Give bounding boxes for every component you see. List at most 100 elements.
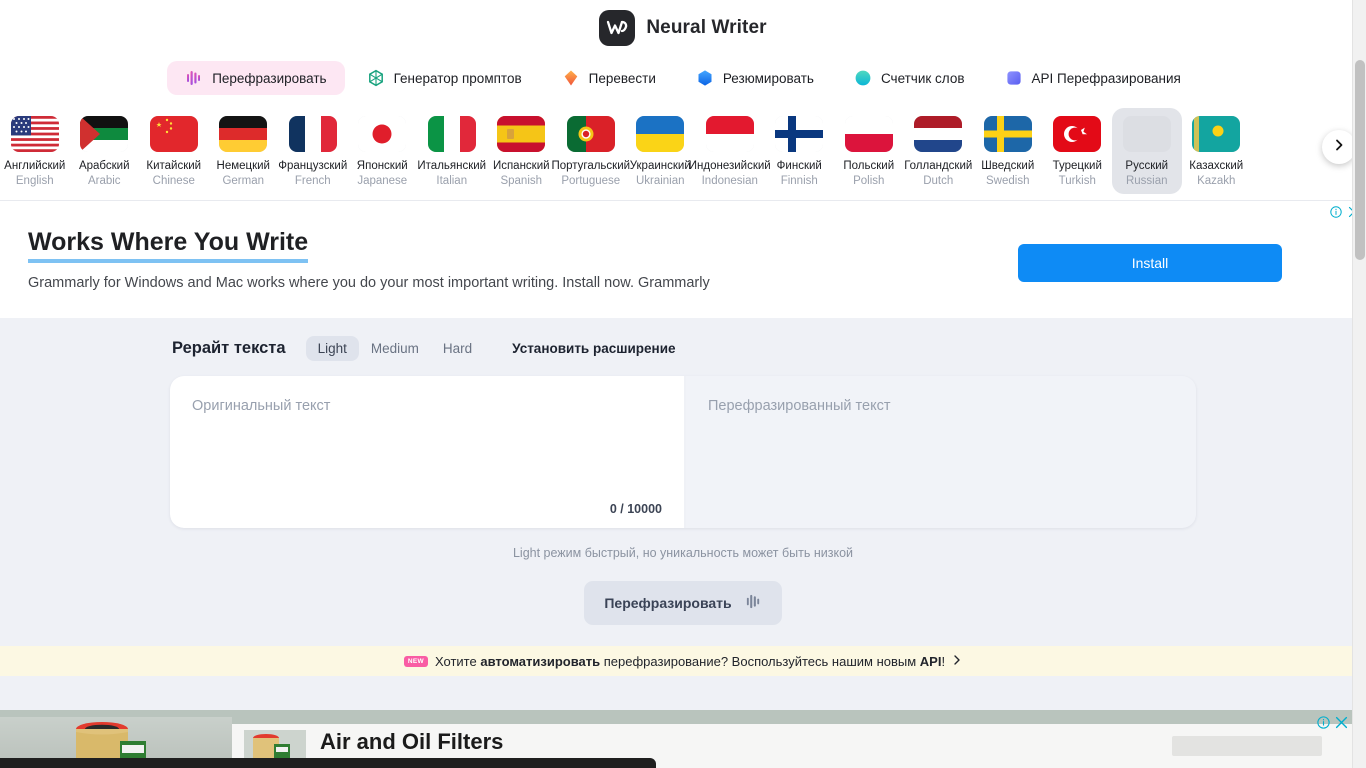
- language-item-chinese[interactable]: Китайский Chinese: [139, 108, 209, 194]
- new-badge: NEW: [403, 655, 428, 667]
- language-item-italian[interactable]: Итальянский Italian: [417, 108, 487, 194]
- language-item-kazakh[interactable]: Казахский Kazakh: [1182, 108, 1252, 194]
- text-panels: Оригинальный текст 0 / 10000 Перефразиро…: [170, 376, 1196, 528]
- tab-api[interactable]: API Перефразирования: [987, 61, 1199, 95]
- language-name-en: Italian: [436, 175, 468, 187]
- flag-kz-icon: [1192, 116, 1241, 152]
- language-name-en: Chinese: [152, 175, 195, 187]
- api-bold-2: API: [919, 653, 942, 669]
- ad-bottom-dark-bar: [0, 758, 656, 768]
- flag-it-icon: [427, 116, 476, 152]
- language-item-german[interactable]: Немецкий German: [209, 108, 279, 194]
- mode-hint: Light режим быстрый, но уникальность мож…: [512, 546, 854, 560]
- brand[interactable]: Neural Writer: [599, 10, 767, 46]
- language-name-en: English: [15, 175, 54, 187]
- language-item-ukrainian[interactable]: Украинский Ukrainian: [626, 108, 696, 194]
- language-name-ru: Турецкий: [1052, 160, 1102, 172]
- main-nav-tabs: Перефразировать Генератор промптов Перев…: [0, 56, 1366, 100]
- install-extension-link[interactable]: Установить расширение: [512, 341, 675, 356]
- flag-fr-icon: [288, 116, 337, 152]
- language-item-indonesian[interactable]: Индонезийский Indonesian: [689, 108, 771, 194]
- tab-label: Счетчик слов: [880, 70, 965, 86]
- language-item-english[interactable]: Английский English: [0, 108, 70, 194]
- flag-cn-icon: [149, 116, 198, 152]
- word-counter-icon: [854, 69, 872, 87]
- ad-close-icon[interactable]: [1335, 716, 1348, 734]
- language-item-portuguese[interactable]: Португальский Portuguese: [551, 108, 630, 194]
- language-name-ru: Японский: [356, 160, 408, 172]
- language-name-ru: Польский: [843, 160, 895, 172]
- flag-tr-icon: [1053, 116, 1102, 152]
- flag-id-icon: [705, 116, 754, 152]
- ad-info-icon[interactable]: [1317, 716, 1330, 734]
- scrollbar-thumb[interactable]: [1355, 60, 1365, 260]
- language-name-en: Portuguese: [561, 175, 621, 187]
- language-item-dutch[interactable]: Голландский Dutch: [904, 108, 974, 194]
- flag-fi-icon: [775, 116, 824, 152]
- api-promo-banner[interactable]: NEW Хотите автоматизировать перефразиров…: [0, 646, 1366, 676]
- language-item-polish[interactable]: Польский Polish: [834, 108, 904, 194]
- tab-summarize[interactable]: Резюмировать: [678, 61, 832, 95]
- tool-header: Рерайт текста Light Medium Hard Установи…: [170, 336, 1196, 361]
- mode-hard[interactable]: Hard: [431, 336, 484, 361]
- flag-pt-icon: [566, 116, 615, 152]
- language-name-en: Kazakh: [1197, 175, 1236, 187]
- language-name-en: Turkish: [1058, 175, 1096, 187]
- language-item-russian[interactable]: Русский Russian: [1112, 108, 1182, 194]
- language-item-arabic[interactable]: Арабский Arabic: [70, 108, 140, 194]
- tab-paraphrase[interactable]: Перефразировать: [167, 61, 345, 95]
- language-name-en: Arabic: [87, 175, 121, 187]
- language-name-en: Finnish: [780, 175, 818, 187]
- languages-next-button[interactable]: [1322, 130, 1356, 164]
- mode-medium[interactable]: Medium: [359, 336, 431, 361]
- language-item-finnish[interactable]: Финский Finnish: [765, 108, 835, 194]
- flag-jp-icon: [358, 116, 407, 152]
- paraphrase-icon: [185, 69, 203, 87]
- api-text-2: перефразирование? Воспользуйтесь нашим н…: [600, 653, 920, 669]
- tab-label: Перефразировать: [212, 70, 327, 86]
- language-name-ru: Казахский: [1189, 160, 1244, 172]
- language-name-en: Japanese: [357, 175, 408, 187]
- ad-body: Works Where You Write Grammarly for Wind…: [0, 201, 1366, 318]
- tab-prompt-generator[interactable]: Генератор промптов: [349, 61, 540, 95]
- language-item-turkish[interactable]: Турецкий Turkish: [1043, 108, 1113, 194]
- tab-translate[interactable]: Перевести: [544, 61, 674, 95]
- language-item-spanish[interactable]: Испанский Spanish: [487, 108, 557, 194]
- language-name-ru: Голландский: [904, 160, 973, 172]
- chevron-right-icon: [1332, 138, 1346, 157]
- top-advertisement: Works Where You Write Grammarly for Wind…: [0, 200, 1366, 318]
- language-item-french[interactable]: Французский French: [278, 108, 348, 194]
- tab-label: Генератор промптов: [393, 70, 522, 86]
- language-name-en: Polish: [853, 175, 885, 187]
- tab-label: Резюмировать: [722, 70, 814, 86]
- language-item-japanese[interactable]: Японский Japanese: [348, 108, 418, 194]
- tool-title: Рерайт текста: [172, 339, 286, 357]
- paraphrased-text-placeholder: Перефразированный текст: [708, 398, 891, 414]
- prompt-generator-icon: [367, 69, 385, 87]
- language-name-en: French: [294, 175, 331, 187]
- paraphrase-button[interactable]: Перефразировать: [584, 581, 782, 625]
- language-name-ru: Французский: [278, 160, 348, 172]
- language-name-en: Russian: [1125, 175, 1168, 187]
- ad-bottom-headline[interactable]: Air and Oil Filters: [320, 730, 503, 753]
- flag-es-icon: [497, 116, 546, 152]
- language-name-en: Indonesian: [701, 175, 758, 187]
- ad-bottom-cta[interactable]: [1172, 736, 1322, 756]
- ad-install-button[interactable]: Install: [1018, 244, 1282, 282]
- tab-word-counter[interactable]: Счетчик слов: [836, 61, 983, 95]
- language-item-swedish[interactable]: Шведский Swedish: [973, 108, 1043, 194]
- language-name-ru: Немецкий: [216, 160, 270, 172]
- paraphrase-icon: [745, 593, 762, 613]
- mode-light[interactable]: Light: [305, 336, 359, 361]
- flag-us-icon: [10, 116, 59, 152]
- page-scrollbar[interactable]: [1352, 0, 1366, 768]
- language-name-en: Ukrainian: [635, 175, 685, 187]
- language-list: Английский English Арабский Arabic Китай…: [0, 100, 1366, 200]
- ad-headline[interactable]: Works Where You Write: [28, 228, 309, 263]
- api-bold-1: автоматизировать: [480, 653, 601, 669]
- original-text-input[interactable]: Оригинальный текст 0 / 10000: [170, 376, 684, 528]
- flag-ua-icon: [636, 116, 685, 152]
- language-name-en: Swedish: [986, 175, 1030, 187]
- language-name-ru: Арабский: [78, 160, 130, 172]
- language-name-ru: Английский: [4, 160, 66, 172]
